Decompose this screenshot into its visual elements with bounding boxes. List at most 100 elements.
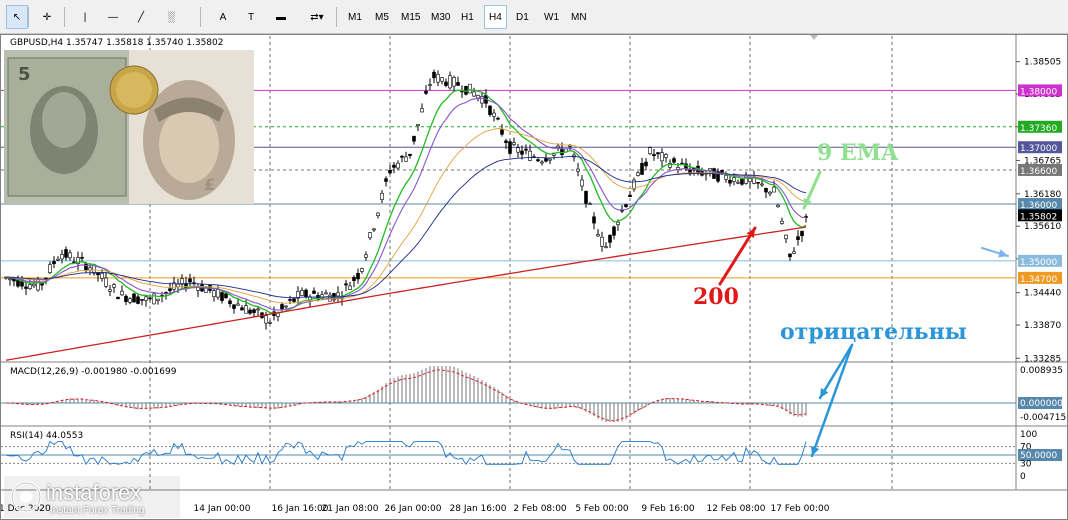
level-label: 1.35802	[1020, 212, 1057, 222]
candle-body	[488, 105, 492, 115]
candle-body	[344, 283, 348, 286]
timeframe-mn[interactable]: MN	[567, 5, 591, 29]
candle-body	[144, 296, 148, 301]
candle-body	[244, 305, 248, 314]
candle-body	[288, 299, 292, 301]
timeframe-m5[interactable]: M5	[371, 5, 393, 29]
fibonacci-icon[interactable]: ░	[160, 5, 182, 29]
shift-marker	[810, 35, 818, 40]
cursor-icon[interactable]: ↖	[6, 5, 28, 29]
ma200-line	[5, 226, 807, 361]
time-label: 9 Feb 16:00	[641, 504, 695, 514]
timeframe-m15[interactable]: M15	[397, 5, 424, 29]
candle-body	[236, 303, 240, 306]
candle-body	[416, 124, 420, 127]
candle-body	[732, 177, 736, 182]
candle-body	[428, 84, 432, 86]
candle-body	[576, 168, 580, 172]
candle-body	[372, 228, 376, 231]
candle-body	[376, 212, 380, 216]
candle-body	[364, 254, 368, 258]
time-label: 14 Jan 00:00	[194, 504, 251, 514]
trendline-icon[interactable]: ╱	[130, 5, 152, 29]
candle-body	[764, 188, 768, 193]
timeframe-m30[interactable]: M30	[427, 5, 454, 29]
timeframe-h1[interactable]: H1	[457, 5, 478, 29]
candle-body	[596, 234, 600, 237]
candle-body	[476, 94, 480, 99]
candle-body	[756, 182, 760, 184]
candle-body	[48, 264, 52, 273]
candle-body	[760, 183, 764, 186]
candle-body	[232, 304, 236, 309]
chart-toolbar: ↖ ✛ | — ╱ ░ A T ▬ ⇄▾ M1 M5 M15 M30 H1 H4 D1 W1 MN	[0, 0, 1068, 34]
candle-body	[508, 141, 512, 154]
candle-body	[104, 277, 108, 287]
candle-body	[256, 308, 260, 311]
candle-body	[780, 220, 784, 224]
rsi-line	[5, 440, 807, 466]
candle-body	[8, 278, 12, 281]
candle-body	[324, 292, 328, 295]
crosshair-icon[interactable]: ✛	[36, 5, 58, 29]
candle-body	[248, 309, 252, 314]
timeframe-d1[interactable]: D1	[512, 5, 533, 29]
candle-body	[392, 164, 396, 168]
rectangle-icon[interactable]: ▬	[270, 5, 292, 29]
time-label: 12 Feb 08:00	[706, 504, 765, 514]
instaforex-logo: instaforex Instant Forex Trading	[4, 476, 180, 518]
timeframe-h4[interactable]: H4	[484, 5, 507, 29]
candle-body	[312, 290, 316, 294]
macd-scale-label: 0.008935	[1020, 366, 1063, 376]
candle-body	[744, 174, 748, 184]
candle-body	[280, 304, 284, 310]
timeframe-m1[interactable]: M1	[344, 5, 366, 29]
candle-body	[580, 179, 584, 187]
horizontal-line-icon[interactable]: —	[102, 5, 124, 29]
candle-body	[336, 292, 340, 297]
candle-body	[656, 152, 660, 155]
candle-body	[444, 81, 448, 86]
rsi-scale-label: 30	[1020, 459, 1032, 469]
candle-body	[500, 129, 504, 135]
candle-body	[524, 148, 528, 151]
candle-body	[224, 293, 228, 299]
rsi-scale-label: 100	[1020, 430, 1037, 440]
vertical-line-icon[interactable]: |	[74, 5, 96, 29]
candle-body	[724, 174, 728, 180]
candle-body	[108, 289, 112, 292]
text-icon[interactable]: A	[212, 5, 234, 29]
level-label: 1.35000	[1020, 258, 1057, 268]
arrow-level	[981, 247, 1009, 258]
candle-body	[604, 246, 608, 249]
timeframe-w1[interactable]: W1	[540, 5, 563, 29]
candle-body	[652, 154, 656, 156]
level-label: 1.38000	[1020, 87, 1057, 97]
arrows-icon[interactable]: ⇄▾	[302, 5, 332, 29]
candle-body	[348, 285, 352, 290]
time-label: 28 Jan 16:00	[450, 504, 507, 514]
arrow-9-ema	[802, 170, 822, 210]
candle-body	[616, 222, 620, 225]
candle-body	[64, 249, 68, 258]
text-label-icon[interactable]: T	[240, 5, 262, 29]
candle-body	[388, 170, 392, 174]
candle-body	[736, 181, 740, 184]
candle-body	[720, 170, 724, 174]
rsi-scale-label: 0	[1020, 472, 1026, 482]
candle-body	[436, 74, 440, 83]
candle-body	[176, 283, 180, 288]
price-label: 1.38505	[1024, 58, 1061, 68]
candle-body	[132, 293, 136, 303]
candle-body	[636, 172, 640, 176]
candle-body	[644, 161, 648, 167]
candle-body	[792, 251, 796, 254]
candle-body	[396, 162, 400, 169]
time-label: 5 Feb 00:00	[575, 504, 629, 514]
candle-body	[772, 186, 776, 193]
candle-body	[628, 194, 632, 197]
candle-body	[420, 108, 424, 113]
candle-body	[80, 257, 84, 259]
candle-body	[304, 289, 308, 298]
candle-body	[556, 145, 560, 148]
